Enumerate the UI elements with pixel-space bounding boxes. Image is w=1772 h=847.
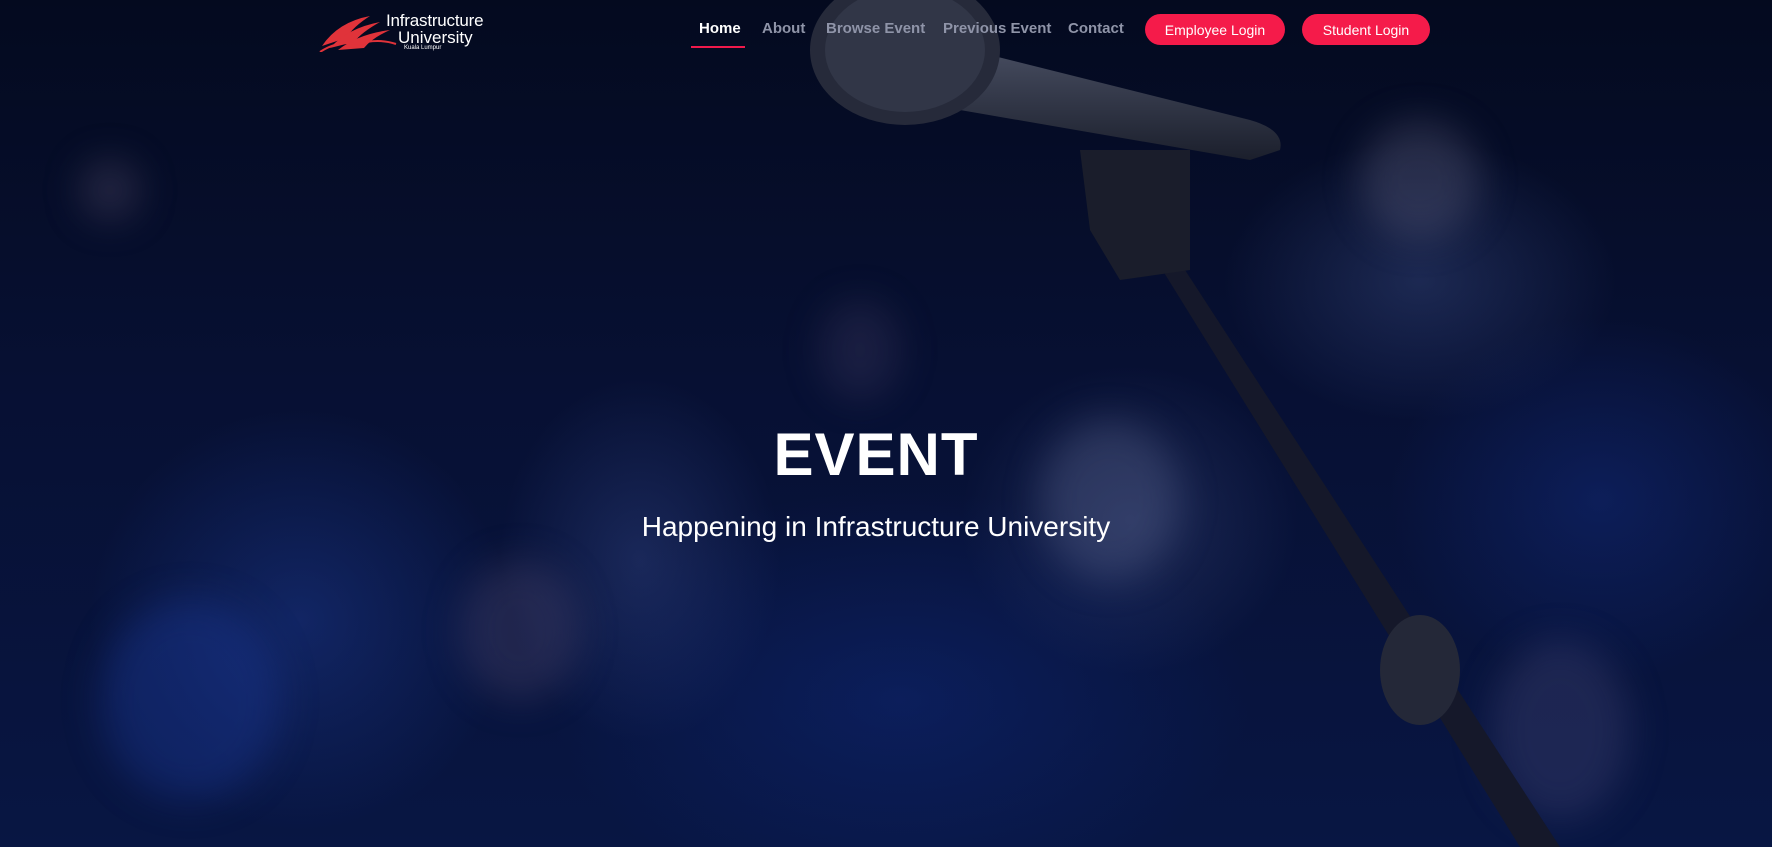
nav-home[interactable]: Home [699,20,741,37]
nav-previous-event[interactable]: Previous Event [943,20,1051,37]
university-logo[interactable]: Infrastructure University Kuala Lumpur [318,8,484,54]
nav-contact[interactable]: Contact [1068,20,1124,37]
hero-title: EVENT [773,421,979,488]
student-login-button[interactable]: Student Login [1302,14,1430,45]
nav-browse-event[interactable]: Browse Event [826,20,925,37]
nav-active-underline [691,46,745,48]
top-navbar: Infrastructure University Kuala Lumpur H… [0,0,1772,62]
employee-login-button[interactable]: Employee Login [1145,14,1285,45]
hero-subtitle: Happening in Infrastructure University [641,511,1111,542]
nav-about[interactable]: About [762,20,805,37]
brand-line3: Kuala Lumpur [404,45,442,51]
